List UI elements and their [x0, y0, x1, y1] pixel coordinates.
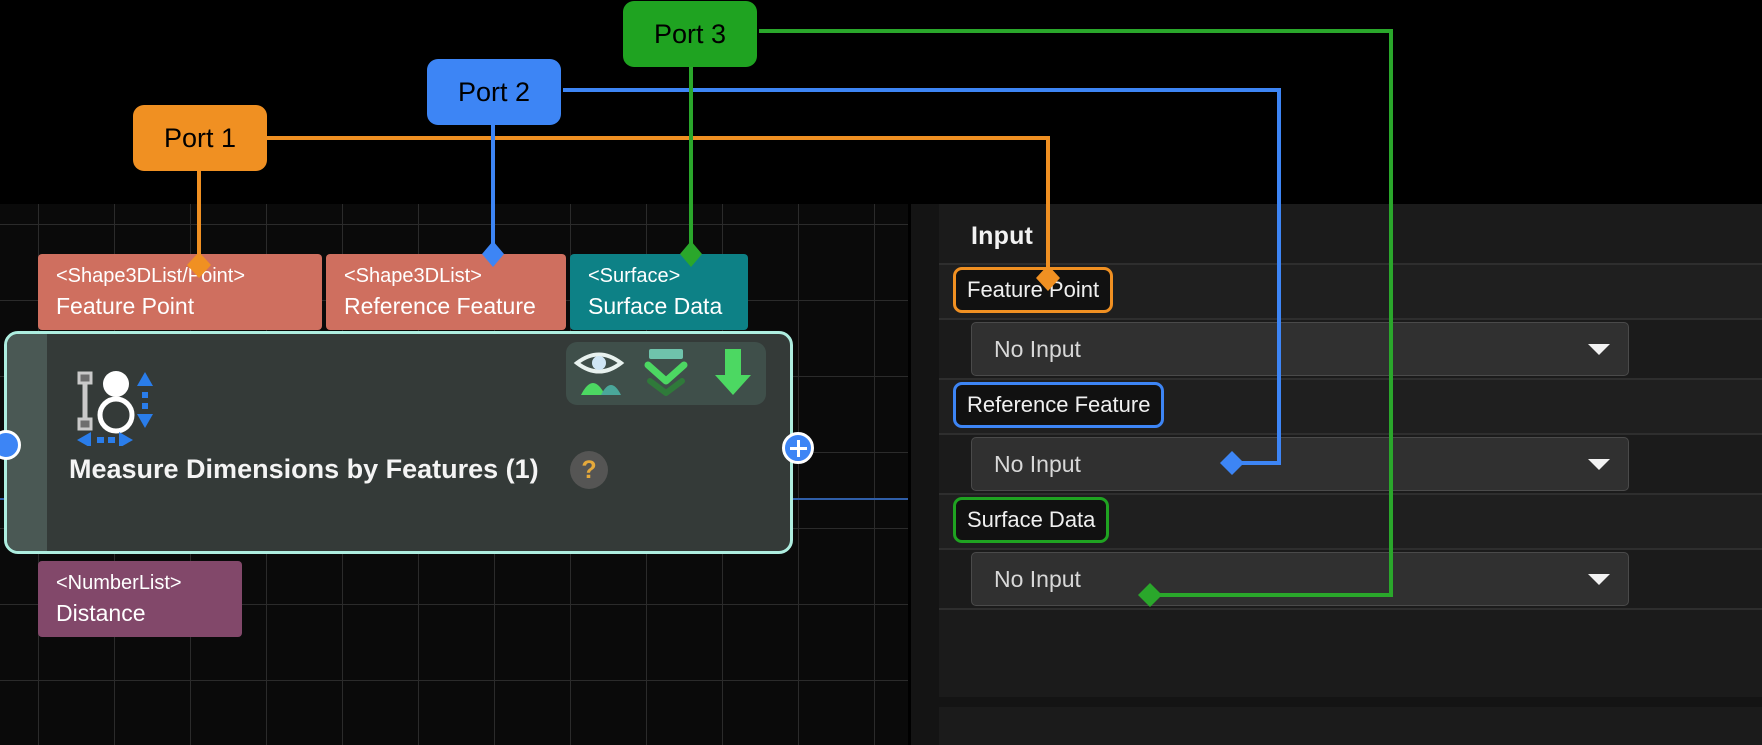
- property-dropdown-reference-feature[interactable]: No Input: [971, 437, 1629, 491]
- port-1-label: Port 1: [163, 122, 237, 153]
- application-root: <Shape3DList/Point> Feature Point <Shape…: [0, 0, 1762, 745]
- property-label-feature-point[interactable]: Feature Point: [953, 267, 1114, 313]
- preview-visibility-icon[interactable]: [571, 343, 627, 404]
- annotation-port-3: Port 3: [623, 1, 757, 67]
- socket-label: Distance: [56, 600, 146, 626]
- socket-type: <NumberList>: [56, 572, 182, 594]
- dropdown-value: No Input: [994, 565, 1081, 592]
- chevron-down-icon: [1588, 574, 1610, 585]
- socket-surface-data[interactable]: <Surface> Surface Data: [570, 254, 748, 330]
- node-graph-canvas[interactable]: <Shape3DList/Point> Feature Point <Shape…: [0, 204, 908, 745]
- help-icon[interactable]: ?: [570, 451, 608, 489]
- socket-type: <Surface>: [588, 265, 681, 287]
- dropdown-value: No Input: [994, 450, 1081, 477]
- collapse-chevrons-icon[interactable]: [638, 343, 694, 404]
- socket-distance-output[interactable]: <NumberList> Distance: [38, 561, 242, 637]
- property-dropdown-surface-data[interactable]: No Input: [971, 552, 1629, 606]
- socket-type: <Shape3DList/Point>: [56, 265, 246, 287]
- property-dropdown-feature-point[interactable]: No Input: [971, 322, 1629, 376]
- node-measure-dimensions-by-features[interactable]: Measure Dimensions by Features (1) ?: [0, 331, 814, 554]
- annotation-port-1: Port 1: [133, 105, 267, 171]
- port-3-label: Port 3: [653, 18, 727, 49]
- download-arrow-icon[interactable]: [705, 343, 761, 404]
- port-2-label: Port 2: [457, 76, 531, 107]
- properties-panel: Input Feature Point No Input Reference F…: [908, 204, 1762, 745]
- socket-type: <Shape3DList>: [344, 265, 482, 287]
- annotation-port-2: Port 2: [427, 59, 561, 125]
- socket-label: Surface Data: [588, 293, 723, 319]
- dropdown-value: No Input: [994, 335, 1081, 362]
- socket-reference-feature[interactable]: <Shape3DList> Reference Feature: [326, 254, 566, 330]
- socket-label: Reference Feature: [344, 293, 536, 319]
- panel-title: Input: [971, 222, 1034, 250]
- socket-label: Feature Point: [56, 293, 195, 319]
- chevron-down-icon: [1588, 459, 1610, 470]
- socket-feature-point[interactable]: <Shape3DList/Point> Feature Point: [38, 254, 322, 330]
- panel-footer-section: [939, 707, 1762, 745]
- node-toolbar[interactable]: [566, 342, 766, 405]
- measure-dimensions-icon: [69, 360, 155, 448]
- chevron-down-icon: [1588, 344, 1610, 355]
- node-add-output-connector[interactable]: [782, 432, 814, 464]
- node-title: Measure Dimensions by Features (1): [69, 454, 539, 484]
- property-label-surface-data[interactable]: Surface Data: [953, 497, 1110, 543]
- property-label-reference-feature[interactable]: Reference Feature: [953, 382, 1165, 428]
- input-section: Input Feature Point No Input Reference F…: [939, 204, 1762, 697]
